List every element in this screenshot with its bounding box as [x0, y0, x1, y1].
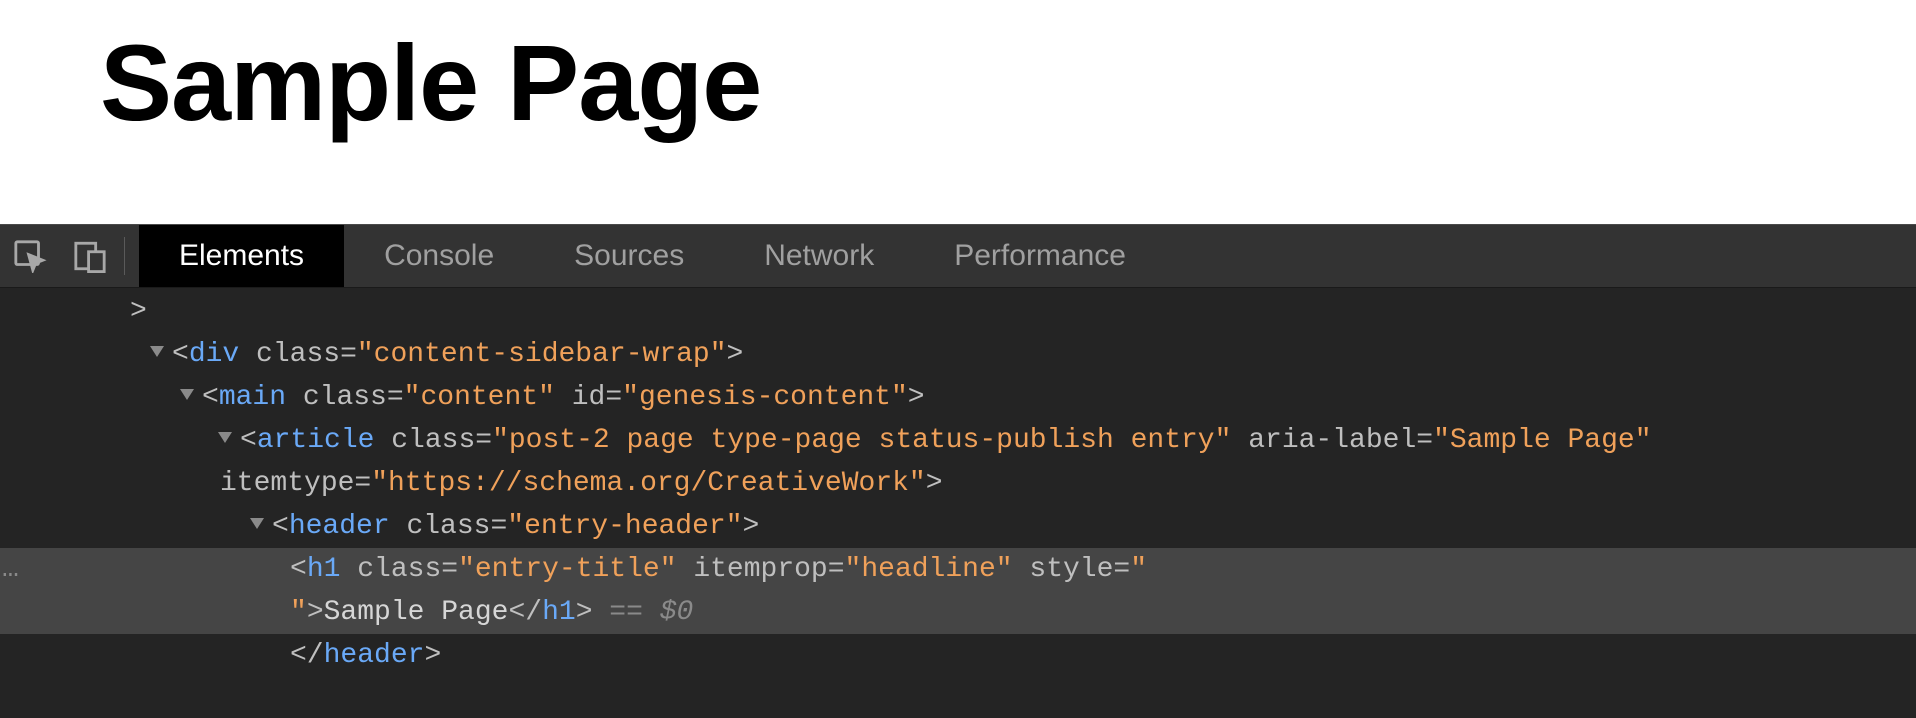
device-toggle-icon[interactable] — [60, 225, 120, 287]
inspect-element-icon[interactable] — [0, 225, 60, 287]
dom-line-header[interactable]: <header class="entry-header"> — [0, 505, 1916, 548]
ellipsis-icon[interactable]: … — [2, 548, 21, 591]
caret-icon[interactable] — [180, 389, 194, 400]
dom-line-header-close[interactable]: </header> — [0, 634, 1916, 677]
dom-line-main[interactable]: <main class="content" id="genesis-conten… — [0, 376, 1916, 419]
dom-line-h1-selected[interactable]: …<h1 class="entry-title" itemprop="headl… — [0, 548, 1916, 591]
dom-line-article[interactable]: <article class="post-2 page type-page st… — [0, 419, 1916, 462]
tab-sources[interactable]: Sources — [534, 225, 724, 287]
toolbar-divider — [124, 237, 125, 275]
devtools-panel: Elements Console Sources Network Perform… — [0, 224, 1916, 718]
caret-icon[interactable] — [150, 346, 164, 357]
dom-tree[interactable]: > <div class="content-sidebar-wrap"> <ma… — [0, 288, 1916, 718]
dom-line-article-cont[interactable]: itemtype="https://schema.org/CreativeWor… — [0, 462, 1916, 505]
dom-line-div[interactable]: <div class="content-sidebar-wrap"> — [0, 333, 1916, 376]
dom-line[interactable]: > — [0, 290, 1916, 333]
tab-performance[interactable]: Performance — [914, 225, 1166, 287]
page-title: Sample Page — [100, 20, 1916, 145]
devtools-toolbar: Elements Console Sources Network Perform… — [0, 224, 1916, 288]
devtools-tabs: Elements Console Sources Network Perform… — [139, 225, 1166, 287]
tab-console[interactable]: Console — [344, 225, 534, 287]
caret-icon[interactable] — [250, 518, 264, 529]
tab-elements[interactable]: Elements — [139, 225, 344, 287]
dom-line-h1-cont[interactable]: ">Sample Page</h1> == $0 — [0, 591, 1916, 634]
tab-network[interactable]: Network — [724, 225, 914, 287]
page-content-area: Sample Page — [0, 0, 1916, 224]
caret-icon[interactable] — [218, 432, 232, 443]
